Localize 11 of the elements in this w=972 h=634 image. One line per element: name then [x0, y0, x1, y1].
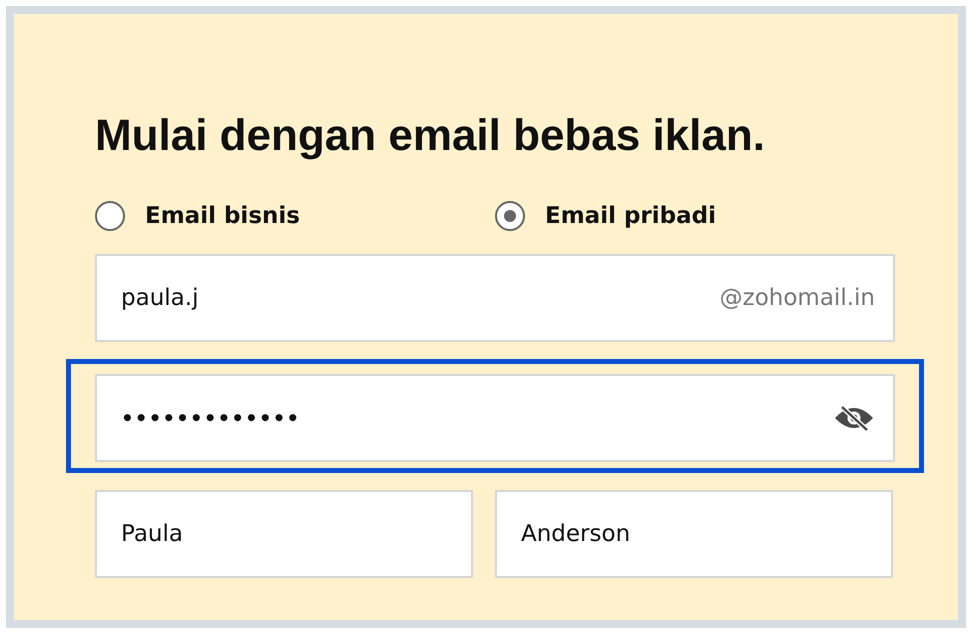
last-name-field[interactable]: Anderson [495, 490, 893, 578]
hide-password-icon[interactable] [833, 404, 875, 432]
password-field[interactable]: ••••••••••••• [95, 374, 895, 462]
heading: Mulai dengan email bebas iklan. [95, 110, 765, 162]
radio-button[interactable] [495, 201, 525, 231]
radio-button[interactable] [95, 201, 125, 231]
radio-label: Email pribadi [545, 203, 716, 229]
first-name-field[interactable]: Paula [95, 490, 473, 578]
email-field[interactable]: paula.j @zohomail.in [95, 254, 895, 342]
radio-label: Email bisnis [145, 203, 300, 229]
domain-suffix: @zohomail.in [720, 285, 875, 311]
